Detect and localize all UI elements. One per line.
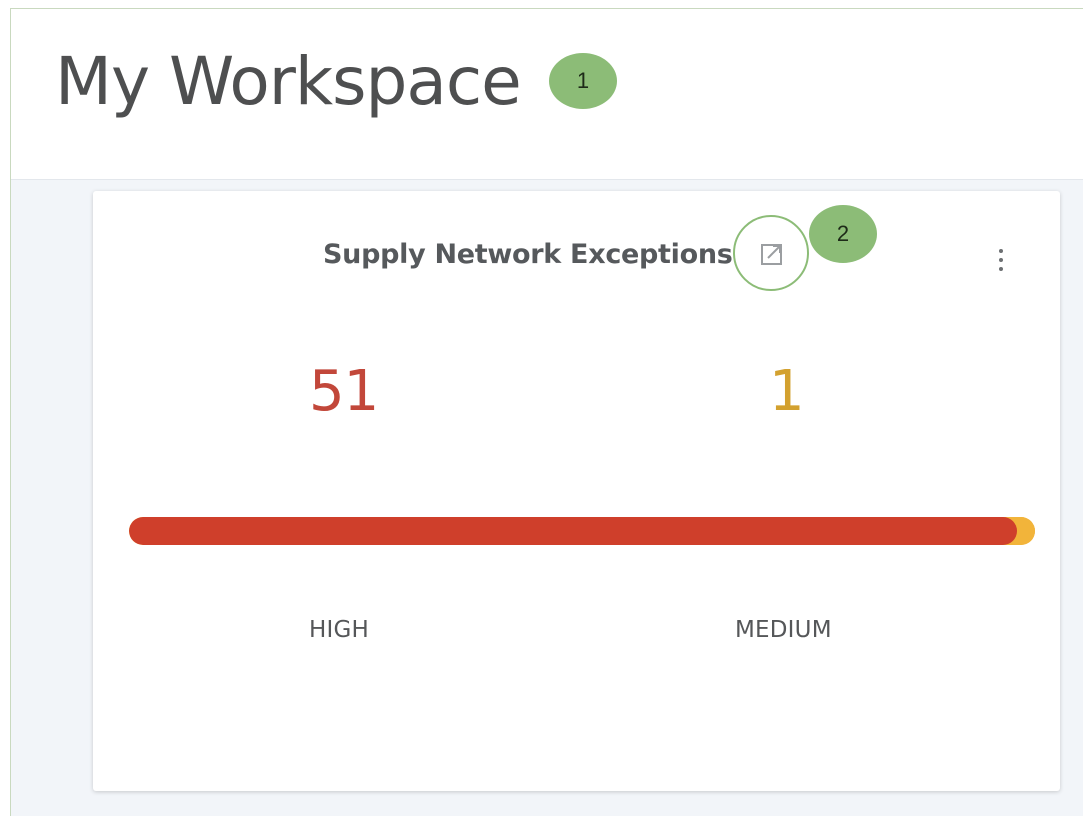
callout-badge-2: 2 — [809, 205, 877, 263]
page-title: My Workspace — [55, 43, 522, 120]
severity-distribution-bar — [129, 517, 1035, 545]
more-options-button[interactable] — [989, 245, 1013, 275]
open-in-new-icon — [761, 244, 782, 265]
more-vertical-icon — [999, 249, 1003, 253]
medium-label: MEDIUM — [735, 617, 832, 643]
medium-count: 1 — [769, 359, 805, 424]
high-bar-segment[interactable] — [129, 517, 1017, 545]
high-label: HIGH — [309, 617, 369, 643]
workspace-header: My Workspace 1 — [11, 9, 1083, 180]
workspace-frame: My Workspace 1 Supply Network Exceptions… — [10, 8, 1083, 816]
card-title: Supply Network Exceptions — [323, 239, 733, 270]
callout-badge-1: 1 — [549, 53, 617, 109]
open-in-new-button[interactable] — [733, 215, 809, 291]
medium-bar-segment[interactable] — [1016, 517, 1035, 545]
high-count: 51 — [309, 359, 379, 424]
supply-network-exceptions-card: Supply Network Exceptions 51 1 HIGH MEDI… — [93, 191, 1060, 791]
